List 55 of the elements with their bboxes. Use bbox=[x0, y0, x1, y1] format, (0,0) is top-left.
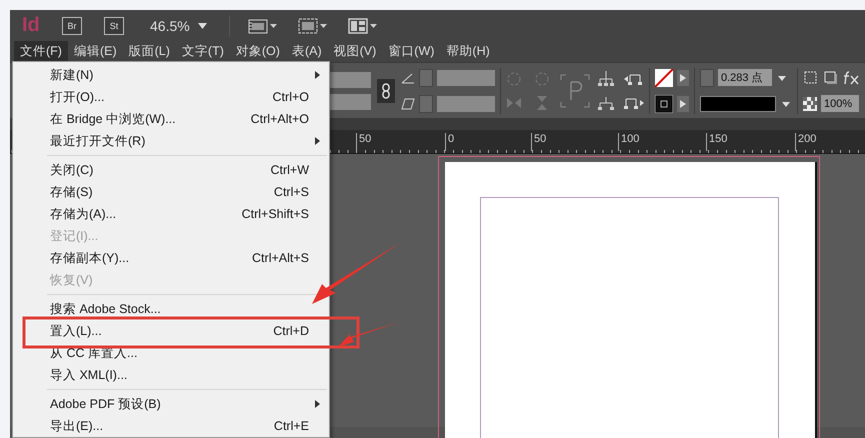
menu-bar-item[interactable]: 文件(F) bbox=[14, 41, 68, 62]
play-button[interactable] bbox=[677, 96, 689, 112]
shear-icon bbox=[401, 98, 415, 110]
zoom-dropdown[interactable]: 46.5% bbox=[146, 18, 211, 34]
ruler-label: 200 bbox=[795, 133, 816, 151]
stroke-swatch-icon[interactable] bbox=[655, 94, 673, 112]
input-field[interactable] bbox=[437, 96, 495, 112]
menu-bar-item[interactable]: 对象(O) bbox=[230, 41, 286, 62]
view-mode-icon[interactable] bbox=[248, 18, 278, 34]
play-button[interactable] bbox=[677, 70, 689, 86]
menu-item[interactable]: 导出(E)... Ctrl+E bbox=[13, 415, 329, 437]
menu-bar-item[interactable]: 文字(T) bbox=[176, 41, 230, 62]
menu-bar-item[interactable]: 视图(V) bbox=[328, 41, 382, 62]
stroke-type-dropdown[interactable] bbox=[700, 96, 776, 112]
opacity-field[interactable]: 100% bbox=[821, 95, 859, 112]
menu-item[interactable]: 存储为(A)... Ctrl+Shift+S bbox=[13, 203, 329, 225]
ruler-label: 150 bbox=[706, 133, 728, 151]
fill-swatch-icon[interactable] bbox=[655, 68, 673, 86]
frame-icon[interactable] bbox=[803, 70, 819, 86]
caret-icon bbox=[198, 22, 207, 28]
input-field[interactable] bbox=[437, 70, 495, 86]
menu-bar-item[interactable]: 版面(L) bbox=[122, 41, 176, 62]
arrange-documents-icon[interactable] bbox=[348, 18, 378, 34]
distribute-icon[interactable] bbox=[596, 70, 616, 86]
menu-bar-item[interactable]: 帮助(H) bbox=[440, 41, 496, 62]
menu-item[interactable]: 在 Bridge 中浏览(W)... Ctrl+Alt+O bbox=[13, 108, 329, 130]
angle-icon bbox=[401, 72, 415, 84]
stroke-weight-field[interactable]: 0.283 点 bbox=[718, 69, 772, 86]
stock-button[interactable]: St bbox=[104, 16, 124, 34]
menu-bar-item[interactable]: 窗口(W) bbox=[382, 41, 440, 62]
ruler-label: 50 bbox=[356, 133, 372, 151]
menu-item[interactable]: 搜索 Adobe Stock... bbox=[13, 298, 329, 320]
menu-bar-item[interactable]: 表(A) bbox=[286, 41, 328, 62]
distribute-icon[interactable] bbox=[596, 94, 616, 110]
play-icon bbox=[680, 100, 686, 108]
menu-item[interactable]: 置入(L)... Ctrl+D bbox=[13, 320, 329, 342]
menu-item[interactable]: 存储(S) Ctrl+S bbox=[13, 181, 329, 203]
bridge-button[interactable]: Br bbox=[62, 16, 82, 34]
ruler-label: 50 bbox=[531, 133, 546, 151]
ruler-label: 100 bbox=[618, 133, 640, 151]
effects-icon[interactable] bbox=[843, 70, 859, 84]
play-icon bbox=[680, 74, 686, 82]
menu-item[interactable]: 关闭(C) Ctrl+W bbox=[13, 159, 329, 181]
ruler-label: 0 bbox=[445, 133, 454, 151]
menu-item[interactable]: Adobe PDF 预设(B) bbox=[13, 393, 329, 415]
menu-bar-item[interactable]: 编辑(E) bbox=[68, 41, 123, 62]
menu-item[interactable]: 新建(N) bbox=[13, 64, 329, 86]
app-logo: Id bbox=[22, 14, 41, 37]
opacity-icon bbox=[803, 96, 817, 110]
menu-item[interactable]: 打开(O)... Ctrl+O bbox=[13, 86, 329, 108]
menu-item[interactable]: 存储副本(Y)... Ctrl+Alt+S bbox=[13, 247, 329, 269]
shadow-icon[interactable] bbox=[823, 70, 839, 86]
menu-item[interactable]: 最近打开文件(R) bbox=[13, 130, 329, 152]
menu-item[interactable]: 导入 XML(I)... bbox=[13, 364, 329, 386]
screen-mode-icon[interactable] bbox=[298, 18, 328, 34]
